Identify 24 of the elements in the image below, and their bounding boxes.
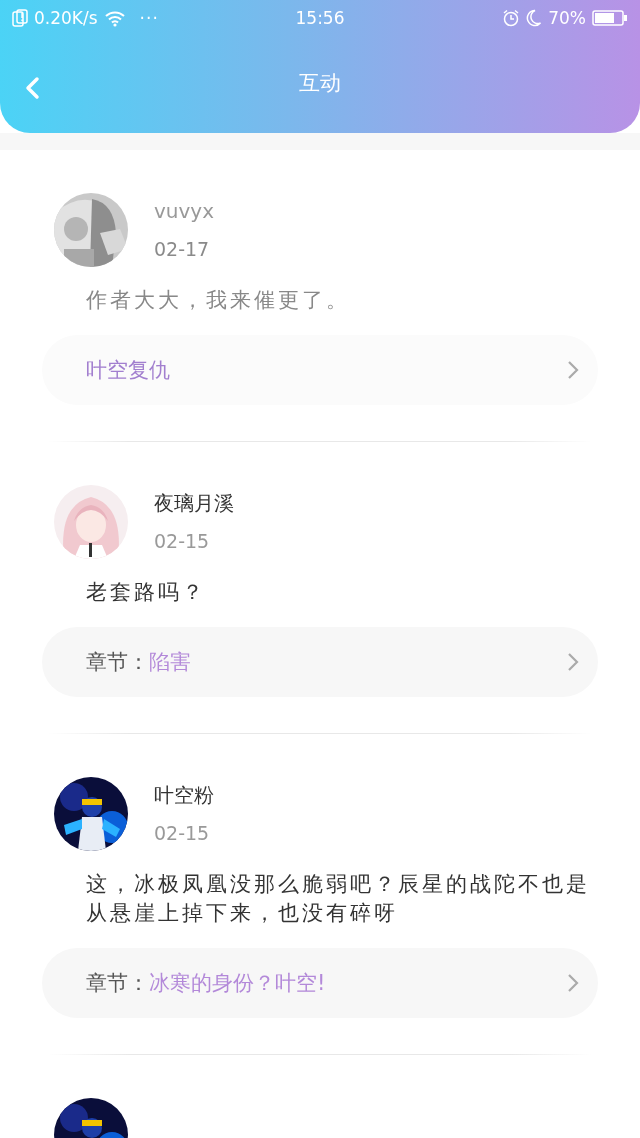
comment-date: 02-17 [154,237,211,261]
battery-percent: 70% [548,8,586,28]
chevron-right-icon [566,652,580,672]
wifi-icon [103,9,126,27]
chapter-link[interactable]: 章节：陷害 [42,627,598,697]
page-title: 互动 [299,69,341,97]
comment-text: 老套路吗？ [86,579,207,606]
comment-date: 02-15 [154,821,211,845]
moon-icon [526,9,543,27]
user-name: vuvyx [154,199,215,223]
chevron-right-icon [566,360,580,380]
network-speed: 0.20K/s [34,8,98,28]
clock: 15:56 [295,8,345,28]
chevron-right-icon [566,973,580,993]
more-indicator: ··· [139,8,159,28]
alarm-icon [502,9,521,27]
sim-icon [12,9,28,27]
battery-icon [592,10,628,26]
user-name: 夜璃月溪 [154,491,234,515]
comment-date: 02-15 [154,529,211,553]
chapter-link[interactable]: 章节：冰寒的身份？叶空! [42,948,598,1018]
comment-text: 作者大大，我来催更了。 [86,287,351,314]
user-name: 叶空粉 [154,783,214,807]
comment-text: 这，冰极凤凰没那么脆弱吧？辰星的战陀不也是从悬崖上掉下来，也没有碎呀 [86,871,591,927]
